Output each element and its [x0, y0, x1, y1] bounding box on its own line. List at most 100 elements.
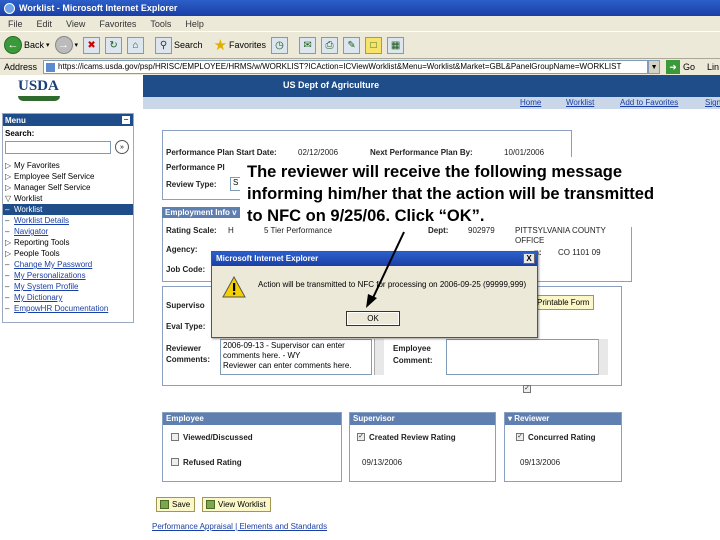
rating-scale-label: Rating Scale: — [166, 226, 217, 235]
browser-menubar: File Edit View Favorites Tools Help — [0, 16, 720, 31]
employee-comment-scrollbar[interactable] — [598, 339, 608, 375]
logo-area: USDA — [0, 75, 143, 109]
search-icon: ⚲ — [155, 36, 173, 54]
back-button[interactable]: ← Back ▾ — [4, 36, 50, 54]
left-menu: Menu − Search: » ▷ My Favorites ▷ Employee … — [2, 113, 134, 323]
agency-label: Agency: — [166, 245, 198, 254]
menu-item-prefix-icon: – — [5, 282, 10, 291]
refused-rating-label: Refused Rating — [183, 458, 242, 467]
page-icon — [46, 63, 56, 72]
forward-button[interactable]: → ▾ — [54, 36, 78, 54]
menu-item-label: My System Profile — [14, 282, 79, 291]
print-icon[interactable]: ⎙ — [321, 36, 339, 54]
callout-text: The reviewer will receive the following … — [240, 157, 700, 227]
menu-item[interactable]: – My System Profile — [3, 281, 133, 292]
refused-rating-checkbox[interactable] — [171, 458, 179, 466]
save-button[interactable]: Save — [156, 497, 196, 512]
search-button[interactable]: ⚲ Search — [155, 36, 203, 54]
menu-item[interactable]: ▽ Worklist — [3, 193, 133, 204]
callout-line-1: The reviewer will receive the following … — [247, 163, 623, 181]
links-label[interactable]: Lin — [707, 62, 719, 72]
discuss-icon[interactable]: □ — [365, 36, 383, 54]
edit-icon[interactable]: ✎ — [343, 36, 361, 54]
go-button[interactable]: Go — [683, 62, 695, 72]
nav-home-link[interactable]: Home — [520, 98, 541, 107]
stop-icon[interactable]: ✖ — [83, 36, 101, 54]
menu-item[interactable]: – EmpowHR Documentation — [3, 303, 133, 314]
menu-item[interactable]: – Worklist Details — [3, 215, 133, 226]
menu-item-prefix-icon: ▷ — [5, 183, 12, 192]
dept-value: 902979 — [468, 226, 495, 235]
reviewer-comments-scrollbar[interactable] — [374, 339, 384, 375]
reviewer-comments-textarea[interactable]: 2006-09-13 - Supervisor can enter commen… — [220, 339, 372, 375]
dialog-close-button[interactable]: X — [523, 253, 535, 264]
footer-link[interactable]: Performance Appraisal | Elements and Sta… — [152, 522, 327, 531]
menu-file[interactable]: File — [8, 19, 23, 29]
window-title: Worklist - Microsoft Internet Explorer — [19, 3, 178, 13]
menu-item-label: Worklist Details — [14, 216, 69, 225]
dialog-ok-button[interactable]: OK — [346, 311, 400, 326]
reviewer-date: 09/13/2006 — [520, 458, 561, 467]
messenger-icon[interactable]: ▦ — [387, 36, 405, 54]
menu-item[interactable]: – Change My Password — [3, 259, 133, 270]
menu-item-label: Change My Password — [14, 260, 93, 269]
menu-item[interactable]: ▷ Reporting Tools — [3, 237, 133, 248]
menu-edit[interactable]: Edit — [37, 19, 53, 29]
menu-item[interactable]: – My Dictionary — [3, 292, 133, 303]
menu-item[interactable]: ▷ People Tools — [3, 248, 133, 259]
nav-worklist-link[interactable]: Worklist — [566, 98, 594, 107]
viewed-discussed-checkbox[interactable] — [171, 433, 179, 441]
menu-item[interactable]: – Worklist — [3, 204, 133, 215]
menu-tools[interactable]: Tools — [150, 19, 171, 29]
menu-item[interactable]: ▷ Employee Self Service — [3, 171, 133, 182]
menu-favorites[interactable]: Favorites — [99, 19, 136, 29]
reviewer-label: Reviewer — [166, 344, 202, 353]
usda-logo: USDA — [18, 78, 62, 108]
reviewer-comments-label: Comments: — [166, 355, 211, 364]
eval-type-label: Eval Type: — [166, 322, 206, 331]
menu-item-label: EmpowHR Documentation — [14, 304, 109, 313]
menu-help[interactable]: Help — [185, 19, 204, 29]
menu-search-input[interactable] — [5, 140, 111, 154]
search-go-icon[interactable]: » — [115, 140, 129, 154]
reviewer-panel-title: ▾ Reviewer — [505, 413, 621, 425]
spellcheck-checkbox[interactable]: ✓ — [523, 385, 531, 393]
nav-add-favorites-link[interactable]: Add to Favorites — [620, 98, 678, 107]
menu-item-prefix-icon: ▽ — [5, 194, 12, 203]
menu-item[interactable]: – Navigator — [3, 226, 133, 237]
menu-item-prefix-icon: – — [5, 271, 10, 280]
job-code-label: Job Code: — [166, 265, 206, 274]
employee-comment-textarea[interactable] — [446, 339, 602, 375]
mail-icon[interactable]: ✉ — [299, 36, 317, 54]
menu-item[interactable]: ▷ Manager Self Service — [3, 182, 133, 193]
save-icon — [160, 500, 169, 509]
view-worklist-button[interactable]: View Worklist — [202, 497, 271, 512]
supervisor-panel: Supervisor — [349, 412, 496, 482]
menu-item-prefix-icon: – — [5, 293, 10, 302]
menu-view[interactable]: View — [66, 19, 85, 29]
printable-form-button[interactable]: Printable Form — [530, 295, 595, 310]
menu-item[interactable]: ▷ My Favorites — [3, 160, 133, 171]
menu-item-label: My Personalizations — [14, 271, 86, 280]
created-review-rating-checkbox[interactable]: ✓ — [357, 433, 365, 441]
nav-signout-link[interactable]: Sign — [705, 98, 720, 107]
supervisor-date: 09/13/2006 — [362, 458, 403, 467]
employee-comment-header: Employee — [393, 344, 431, 353]
back-dropdown-icon: ▾ — [46, 42, 50, 49]
collapse-icon[interactable]: − — [122, 116, 130, 124]
dialog-message: Action will be transmitted to NFC for pr… — [258, 280, 527, 289]
menu-item-label: Reporting Tools — [14, 238, 70, 247]
history-icon[interactable]: ◷ — [271, 36, 289, 54]
supervisor-comment-label: Superviso — [166, 301, 205, 310]
home-icon[interactable]: ⌂ — [127, 36, 145, 54]
next-plan-label: Next Performance Plan By: — [370, 148, 473, 157]
favorites-button[interactable]: ★ Favorites — [214, 36, 266, 54]
menu-item[interactable]: – My Personalizations — [3, 270, 133, 281]
refresh-icon[interactable]: ↻ — [105, 36, 123, 54]
concurred-rating-checkbox[interactable]: ✓ — [516, 433, 524, 441]
alert-dialog: Microsoft Internet Explorer X Action wil… — [211, 251, 538, 338]
address-input[interactable]: https://icams.usda.gov/psp/HRISC/EMPLOYE… — [43, 60, 649, 74]
menu-header: Menu − — [3, 114, 133, 126]
go-arrow-icon[interactable]: ➜ — [666, 60, 681, 74]
address-dropdown-icon[interactable]: ▼ — [648, 60, 661, 74]
